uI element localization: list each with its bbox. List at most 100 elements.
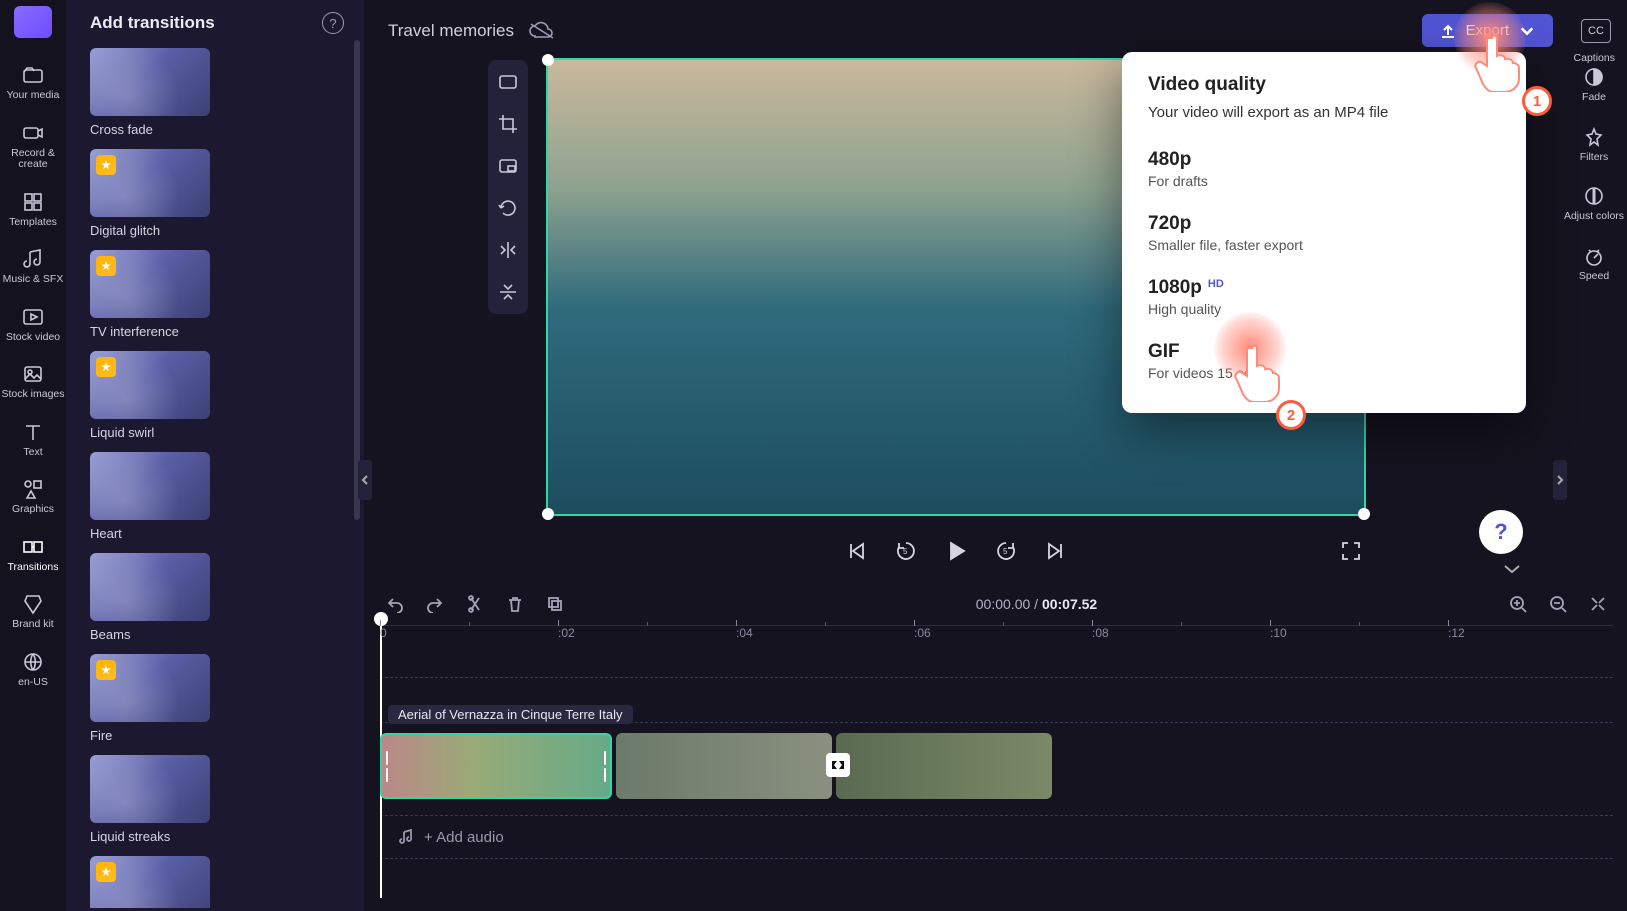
- chevron-down-icon: [1519, 23, 1535, 39]
- right-sidebar: FadeFiltersAdjust colorsSpeed: [1561, 60, 1627, 296]
- premium-badge: [96, 357, 116, 377]
- transition-cross-fade[interactable]: Cross fade: [90, 48, 210, 137]
- video-clip-1[interactable]: [380, 733, 612, 799]
- panel-scrollbar[interactable]: [354, 40, 360, 520]
- transition-grid[interactable]: Cross fade Digital glitch TV interference L…: [90, 48, 364, 908]
- skip-end-button[interactable]: [1045, 540, 1067, 567]
- redo-button[interactable]: [426, 595, 444, 613]
- templates-icon: [22, 191, 44, 213]
- transition-digital-glitch[interactable]: Digital glitch: [90, 149, 210, 238]
- folder-icon: [22, 64, 44, 86]
- property-fade[interactable]: Fade: [1561, 60, 1627, 118]
- property-adjust-colors[interactable]: Adjust colors: [1561, 179, 1627, 237]
- transition-fire[interactable]: Fire: [90, 654, 210, 743]
- help-icon[interactable]: ?: [322, 12, 344, 34]
- transition-beams[interactable]: Beams: [90, 553, 210, 642]
- split-button[interactable]: [466, 595, 484, 613]
- premium-badge: [96, 862, 116, 882]
- sidebar-item-record-create[interactable]: Record & create: [0, 114, 66, 183]
- cloud-sync-icon[interactable]: [528, 21, 554, 41]
- transition-heart[interactable]: Heart: [90, 452, 210, 541]
- svg-text:5: 5: [1003, 547, 1008, 556]
- clip-label: Aerial of Vernazza in Cinque Terre Italy: [388, 705, 633, 724]
- transition-liquid-streaks[interactable]: Liquid streaks: [90, 755, 210, 844]
- export-option-480p[interactable]: 480pFor drafts: [1148, 139, 1500, 203]
- undo-button[interactable]: [386, 595, 404, 613]
- flip-v-icon[interactable]: [498, 282, 518, 302]
- export-quality-dropdown: Video quality Your video will export as …: [1122, 52, 1526, 413]
- captions-button[interactable]: CC: [1581, 19, 1611, 43]
- export-button[interactable]: Export: [1422, 14, 1553, 47]
- video-track[interactable]: Aerial of Vernazza in Cinque Terre Italy: [380, 727, 1613, 809]
- rotate-icon[interactable]: [498, 198, 518, 218]
- property-filters[interactable]: Filters: [1561, 120, 1627, 178]
- project-title[interactable]: Travel memories: [388, 21, 514, 41]
- sidebar-item-stock-video[interactable]: Stock video: [0, 298, 66, 356]
- help-bubble[interactable]: ?: [1479, 510, 1523, 554]
- property-speed[interactable]: Speed: [1561, 239, 1627, 297]
- sidebar-item-templates[interactable]: Templates: [0, 183, 66, 241]
- dropdown-subtitle: Your video will export as an MP4 file: [1148, 104, 1500, 121]
- pip-icon[interactable]: [498, 156, 518, 176]
- skip-start-button[interactable]: [845, 540, 867, 567]
- ruler-tick: :10: [1270, 626, 1287, 640]
- sidebar-item-transitions[interactable]: Transitions: [0, 528, 66, 586]
- sidebar-item-stock-images[interactable]: Stock images: [0, 355, 66, 413]
- collapse-panel-button[interactable]: [358, 460, 372, 500]
- brandkit-icon: [22, 593, 44, 615]
- ruler-tick: 0: [380, 626, 387, 640]
- export-option-gif[interactable]: GIFFor videos 15 secon: [1148, 331, 1500, 395]
- top-bar: Travel memories Export CC: [388, 14, 1611, 47]
- resize-handle-bl[interactable]: [542, 508, 554, 520]
- collapse-right-panel-button[interactable]: [1553, 460, 1567, 500]
- globe-icon: [22, 651, 44, 673]
- fit-icon[interactable]: [498, 72, 518, 92]
- resize-handle-br[interactable]: [1358, 508, 1370, 520]
- sidebar-item-music-sfx[interactable]: Music & SFX: [0, 240, 66, 298]
- video-clip-3[interactable]: [836, 733, 1052, 799]
- expand-down-icon[interactable]: [1503, 562, 1521, 580]
- resize-handle-tl[interactable]: [542, 54, 554, 66]
- flip-h-icon[interactable]: [498, 240, 518, 260]
- video-clip-2[interactable]: [616, 733, 832, 799]
- export-label: Export: [1466, 22, 1509, 39]
- zoom-in-button[interactable]: [1509, 595, 1527, 613]
- fullscreen-button[interactable]: [1340, 540, 1362, 567]
- fit-timeline-button[interactable]: [1589, 595, 1607, 613]
- speed-icon: [1583, 245, 1605, 267]
- ruler-tick: :06: [914, 626, 931, 640]
- delete-button[interactable]: [506, 595, 524, 613]
- ruler-tick: :02: [558, 626, 575, 640]
- play-button[interactable]: [945, 540, 967, 567]
- zoom-out-button[interactable]: [1549, 595, 1567, 613]
- forward-5-button[interactable]: 5: [995, 540, 1017, 567]
- export-option-720p[interactable]: 720pSmaller file, faster export: [1148, 203, 1500, 267]
- playback-controls: 5 5: [546, 540, 1366, 567]
- sidebar-item-your-media[interactable]: Your media: [0, 56, 66, 114]
- crop-icon[interactable]: [498, 114, 518, 134]
- transition-icon[interactable]: [826, 753, 850, 777]
- rewind-5-button[interactable]: 5: [895, 540, 917, 567]
- ruler-tick: :08: [1092, 626, 1109, 640]
- sidebar-item-brand-kit[interactable]: Brand kit: [0, 585, 66, 643]
- text-icon: [22, 421, 44, 443]
- audio-track[interactable]: + Add audio: [380, 815, 1613, 859]
- ruler-tick: :12: [1448, 626, 1465, 640]
- music-icon: [398, 829, 414, 845]
- ruler-tick: :04: [736, 626, 753, 640]
- premium-badge: [96, 256, 116, 276]
- sidebar-item-en-us[interactable]: en-US: [0, 643, 66, 701]
- fade-icon: [1583, 66, 1605, 88]
- ruler[interactable]: 0 :02 :04 :06 :08 :10 :12: [380, 625, 1613, 651]
- export-option-1080p[interactable]: 1080pHDHigh quality: [1148, 267, 1500, 331]
- left-sidebar: Your mediaRecord & createTemplatesMusic …: [0, 0, 66, 911]
- transition-liquid-drops[interactable]: Liquid drops: [90, 856, 210, 908]
- panel-title: Add transitions: [90, 13, 310, 33]
- timecode: 00:00.00 / 00:07.52: [586, 596, 1487, 612]
- sidebar-item-graphics[interactable]: Graphics: [0, 470, 66, 528]
- transition-liquid-swirl[interactable]: Liquid swirl: [90, 351, 210, 440]
- app-logo[interactable]: [14, 6, 52, 38]
- duplicate-button[interactable]: [546, 595, 564, 613]
- sidebar-item-text[interactable]: Text: [0, 413, 66, 471]
- transition-tv-interference[interactable]: TV interference: [90, 250, 210, 339]
